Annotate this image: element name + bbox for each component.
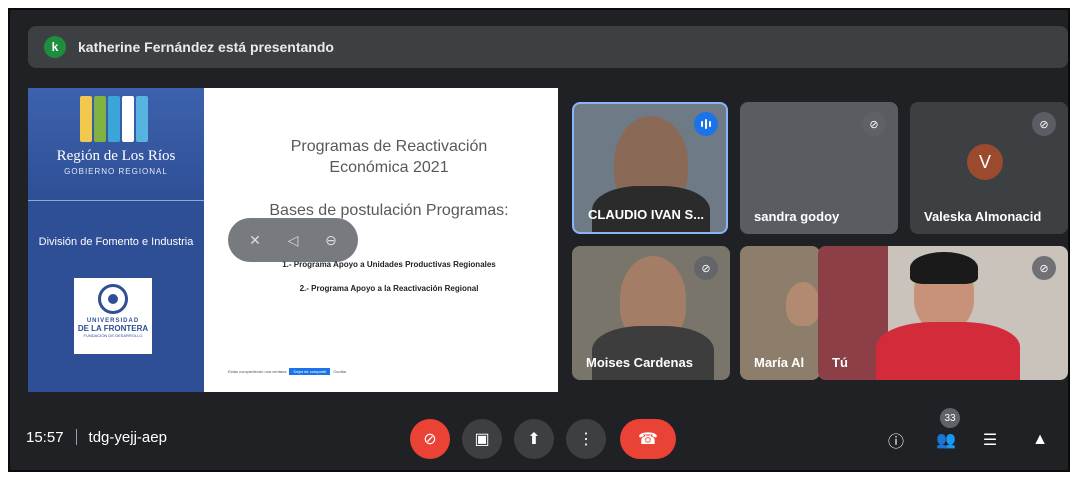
participant-tile[interactable]: María Al	[740, 246, 820, 380]
participant-name: sandra godoy	[754, 209, 840, 224]
participant-name: Moises Cardenas	[586, 355, 693, 370]
slide-sidebar: Región de Los Ríos GOBIERNO REGIONAL Div…	[28, 88, 204, 392]
camera-toggle-button[interactable]: ▣	[462, 419, 502, 459]
presenter-avatar: k	[44, 36, 66, 58]
self-view-tile[interactable]: ⊘ Tú	[818, 246, 1068, 380]
mic-off-icon: ⊘	[862, 112, 886, 136]
presenter-controls: ✕ ◁ ⊖	[228, 218, 358, 262]
meeting-info: 15:57 tdg-yejj-aep	[26, 429, 167, 446]
remove-icon[interactable]: ⊖	[317, 226, 345, 254]
pin-off-icon[interactable]: ✕	[241, 226, 269, 254]
chat-button[interactable]: ☰	[978, 428, 1002, 452]
speaking-icon	[694, 112, 718, 136]
participant-tile[interactable]: CLAUDIO IVAN S...	[572, 102, 728, 234]
division-label: División de Fomento e Industria	[38, 236, 194, 248]
participant-count-badge: 33	[940, 408, 960, 428]
meet-window: k katherine Fernández está presentando R…	[8, 8, 1070, 472]
participant-name: Valeska Almonacid	[924, 209, 1042, 224]
participant-name: María Al	[754, 355, 805, 370]
control-bar: 15:57 tdg-yejj-aep ⊘ ▣ ⬆ ⋮ ☎ ⓘ 33 👥 ☰ ▲	[8, 408, 1070, 470]
region-name: Región de Los Ríos	[56, 148, 176, 164]
present-button[interactable]: ⬆	[514, 419, 554, 459]
camera-icon: ▣	[474, 431, 490, 448]
slide-title: Programas de Reactivación Económica 2021	[290, 138, 488, 176]
presentation-slide: Región de Los Ríos GOBIERNO REGIONAL Div…	[28, 88, 558, 392]
present-icon: ⬆	[527, 431, 541, 448]
info-icon: ⓘ	[887, 434, 904, 451]
meeting-details-button[interactable]: ⓘ	[884, 428, 908, 452]
hide-button[interactable]: Ocultar	[333, 369, 346, 374]
participant-name: Tú	[832, 355, 848, 370]
more-icon: ⋮	[578, 431, 594, 448]
mic-toggle-button[interactable]: ⊘	[410, 419, 450, 459]
mic-off-icon: ⊘	[694, 256, 718, 280]
participant-tile[interactable]: ⊘ Moises Cardenas	[572, 246, 730, 380]
end-call-button[interactable]: ☎	[620, 419, 676, 459]
meeting-code: tdg-yejj-aep	[88, 429, 167, 446]
presenter-text: katherine Fernández está presentando	[78, 39, 334, 55]
mic-off-icon: ⊘	[1032, 256, 1056, 280]
share-notice-bar: Estás compartiendo una ventana Dejar de …	[228, 367, 347, 375]
participant-name: CLAUDIO IVAN S...	[588, 207, 705, 222]
participant-tile[interactable]: ⊘ sandra godoy	[740, 102, 898, 234]
avatar: V	[967, 144, 1003, 180]
ufro-seal-icon	[98, 284, 128, 314]
people-icon: 👥	[936, 432, 956, 449]
more-options-button[interactable]: ⋮	[566, 419, 606, 459]
mic-off-icon: ⊘	[1032, 112, 1056, 136]
participant-tile[interactable]: ⊘ V Valeska Almonacid	[910, 102, 1068, 234]
presenter-banner: k katherine Fernández está presentando	[28, 26, 1068, 68]
program-item: 2.- Programa Apoyo a la Reactivación Reg…	[299, 284, 479, 293]
stop-sharing-button[interactable]: Dejar de compartir	[289, 367, 331, 375]
volume-off-icon[interactable]: ◁	[279, 226, 307, 254]
activities-icon: ▲	[1032, 431, 1048, 448]
activities-button[interactable]: ▲	[1028, 428, 1052, 452]
region-logo	[80, 96, 148, 142]
chat-icon: ☰	[982, 432, 998, 449]
meeting-time: 15:57	[26, 429, 64, 446]
gobierno-label: GOBIERNO REGIONAL	[64, 167, 168, 176]
ufro-logo: UNIVERSIDAD DE LA FRONTERA FUNDACIÓN DE …	[74, 278, 152, 354]
people-button[interactable]: 👥	[934, 428, 958, 452]
mic-off-icon: ⊘	[423, 431, 437, 448]
end-call-icon: ☎	[638, 431, 658, 448]
